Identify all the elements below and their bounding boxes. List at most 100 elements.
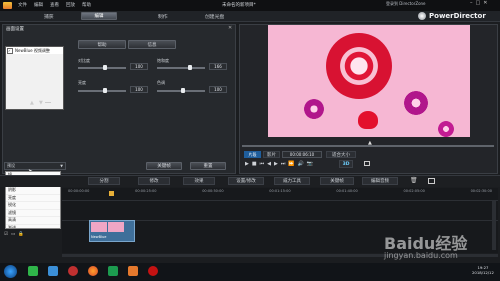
window-controls: – □ ✕ [470, 0, 487, 6]
settings-title: 画面设置 [6, 27, 24, 32]
lock-icon[interactable]: 🔒 [18, 232, 24, 237]
toolbar-edit-audio-button[interactable]: 编辑音频 [362, 177, 398, 185]
effect-list-item[interactable]: ✓ NewBlue 视频调整 [6, 47, 63, 54]
tab-edit[interactable]: 编辑 [81, 12, 117, 20]
stop-icon[interactable]: ■ [252, 161, 257, 167]
reset-button[interactable]: 重置 [190, 162, 226, 170]
project-title: 未命名的新项目* [222, 3, 256, 8]
hue-value[interactable]: 100 [209, 86, 227, 93]
timecode-display[interactable]: 00:00:06:10 [282, 151, 322, 158]
saturation-value[interactable]: 166 [209, 63, 227, 70]
fit-dropdown[interactable]: 适合大小 [326, 151, 356, 158]
directorzone-link[interactable]: 登录到 DirectorZone [386, 1, 426, 7]
app-player-icon[interactable] [108, 266, 118, 276]
app-360-icon[interactable] [28, 266, 38, 276]
brightness-slider-handle[interactable] [103, 88, 107, 93]
brightness-value[interactable]: 100 [130, 86, 148, 93]
remove-effect-icon[interactable] [45, 102, 51, 103]
ruler-label: 00:00:25:00 [135, 189, 157, 193]
minimize-icon[interactable]: – [470, 0, 473, 6]
flower-decoration [438, 121, 454, 137]
clip-tab[interactable]: 片段 [244, 151, 261, 158]
track-checkbox-icon[interactable]: ☑ [4, 232, 8, 237]
saturation-label: 饱和度 [157, 58, 169, 63]
menu-playback[interactable]: 回放 [66, 2, 75, 8]
record-icon[interactable] [148, 266, 158, 276]
preset-dropdown[interactable]: 预设 ▼ [4, 162, 66, 170]
menu-view[interactable]: 查看 [50, 2, 59, 8]
preset-option[interactable]: 阴影 [6, 187, 60, 195]
clip-label: NewBlue [91, 235, 107, 239]
hue-slider-handle[interactable] [181, 88, 185, 93]
move-up-icon[interactable]: ▲ [30, 100, 34, 106]
menu-file[interactable]: 文件 [18, 2, 27, 8]
clock[interactable]: 19:27 2018/12/12 [472, 265, 494, 275]
scrub-handle-icon[interactable]: ▲ [368, 140, 372, 146]
ruler-label: 00:01:40:00 [336, 189, 358, 193]
contrast-slider-handle[interactable] [103, 65, 107, 70]
grid-icon[interactable] [428, 178, 435, 184]
app-logo-icon [3, 2, 12, 9]
app-person-icon[interactable] [68, 266, 78, 276]
playhead-marker-icon[interactable] [109, 191, 114, 196]
preset-dropdown-label: 预设 [7, 163, 15, 168]
tab-produce[interactable]: 制作 [158, 13, 168, 20]
3d-button[interactable]: 3D [339, 160, 353, 168]
toolbar-keyframe-button[interactable]: 关键帧 [320, 177, 354, 185]
toolbar-powertools-button[interactable]: 威力工具 [274, 177, 310, 185]
snapshot-icon[interactable]: 📷 [307, 161, 313, 167]
preset-option[interactable]: 渐进 [6, 225, 60, 229]
previous-icon[interactable]: ⏮ [260, 161, 265, 167]
menu-help[interactable]: 帮助 [82, 2, 91, 8]
tab-capture[interactable]: 捕获 [44, 13, 54, 20]
forward-icon[interactable]: ▶ [274, 161, 278, 167]
effect-checkbox[interactable]: ✓ [7, 47, 13, 54]
toolbar-split-button[interactable]: 分割 [88, 177, 120, 185]
ruler-label: 00:00:00:00 [68, 189, 90, 193]
app-media-icon[interactable] [48, 266, 58, 276]
play-icon[interactable]: ▶ [245, 161, 249, 167]
timeline-ruler: 00:00:00:00 00:00:25:00 00:00:50:00 00:0… [62, 189, 498, 197]
fullscreen-icon[interactable] [364, 161, 370, 166]
rewind-icon[interactable]: ◀ [267, 161, 271, 167]
tab-create-disc[interactable]: 创建光盘 [205, 13, 224, 20]
vertical-scrollbar[interactable] [492, 200, 496, 250]
info-button[interactable]: 信息 [128, 40, 176, 49]
close-icon[interactable]: ✕ [483, 0, 487, 6]
paper-cut-decoration [326, 33, 392, 99]
saturation-slider-track[interactable] [157, 67, 205, 69]
preset-option[interactable]: 高清 [6, 217, 60, 225]
toolbar-effect-button[interactable]: 效果 [183, 177, 215, 185]
heart-decoration [358, 111, 378, 129]
contrast-value[interactable]: 100 [130, 63, 148, 70]
flower-decoration [304, 99, 324, 119]
volume-icon[interactable]: 🔊 [298, 161, 304, 167]
brightness-slider-track[interactable] [78, 90, 126, 92]
move-down-icon[interactable]: ▼ [39, 100, 43, 106]
toolbar-modify-button[interactable]: 修改 [138, 177, 170, 185]
maximize-icon[interactable]: □ [476, 0, 481, 6]
preset-option[interactable]: 滤镜 [6, 210, 60, 217]
fit-dropdown-label: 适合大小 [332, 152, 350, 158]
menu-edit[interactable]: 编辑 [34, 2, 43, 8]
track-controls: ☑ ▭ 🔒 [4, 232, 24, 237]
start-button-icon[interactable] [4, 265, 17, 278]
saturation-slider-handle[interactable] [188, 65, 192, 70]
next-icon[interactable]: ⏭ [281, 161, 286, 167]
toolbar-settings-button[interactable]: 设置/修改 [228, 177, 264, 185]
contrast-slider-track[interactable] [78, 67, 126, 69]
panel-close-icon[interactable]: ✕ [228, 25, 232, 31]
firefox-icon[interactable] [88, 266, 98, 276]
movie-tab[interactable]: 影片 [263, 151, 280, 158]
keyframe-button[interactable]: 关键帧 [146, 162, 182, 170]
powerdirector-taskbar-icon[interactable] [128, 266, 138, 276]
trash-icon[interactable]: 🗑 [410, 177, 418, 184]
preset-option[interactable]: 锐化 [6, 202, 60, 210]
preset-option[interactable]: 亮度 [6, 195, 60, 202]
skip-icon[interactable]: ⏩ [288, 161, 294, 167]
clip-thumbnail [91, 222, 107, 232]
help-button[interactable]: 帮助 [78, 40, 126, 49]
powerdirector-logo-icon [418, 12, 426, 20]
track-display-icon[interactable]: ▭ [11, 232, 15, 237]
video-clip[interactable]: NewBlue [89, 220, 135, 242]
